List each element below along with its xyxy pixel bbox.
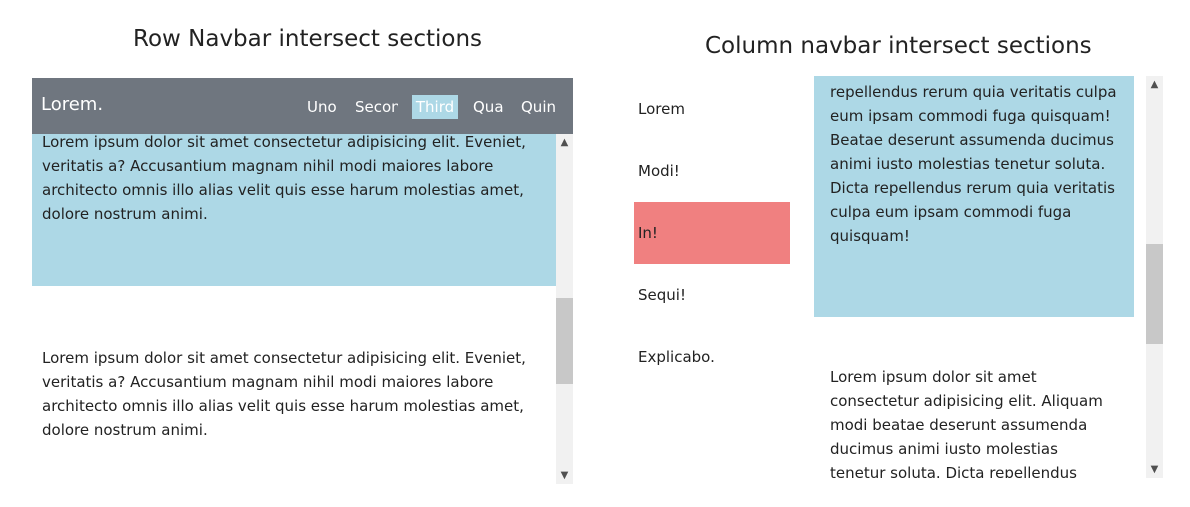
left-section-2-text: Lorem ipsum dolor sit amet consectetur a… xyxy=(42,349,526,439)
nav-link-third-active[interactable]: Third xyxy=(412,95,458,119)
side-nav-in-active[interactable]: In! xyxy=(634,202,790,264)
side-navbar: Lorem Modi! In! Sequi! Explicabo. xyxy=(634,76,790,478)
side-nav-sequi[interactable]: Sequi! xyxy=(634,264,790,326)
right-section-1: iusto molestias tenetur soluta. Dicta re… xyxy=(814,76,1134,317)
side-nav-lorem[interactable]: Lorem xyxy=(634,78,790,140)
chevron-down-icon[interactable]: ▼ xyxy=(1146,461,1163,478)
nav-link-qua[interactable]: Qua xyxy=(473,95,503,119)
row-navbar-heading: Row Navbar intersect sections xyxy=(133,26,483,52)
top-navbar: Lorem. Uno Secon Third Qua Quin xyxy=(32,78,573,134)
right-scroll-area[interactable]: iusto molestias tenetur soluta. Dicta re… xyxy=(814,76,1146,478)
left-scroll-area[interactable]: Lorem ipsum dolor sit amet consectetur a… xyxy=(32,134,556,484)
right-section-1-text: iusto molestias tenetur soluta. Dicta re… xyxy=(830,76,1117,245)
left-section-2: Lorem ipsum dolor sit amet consectetur a… xyxy=(32,346,556,442)
left-section-1-text: Lorem ipsum dolor sit amet consectetur a… xyxy=(42,134,526,223)
side-nav-explicabo[interactable]: Explicabo. xyxy=(634,326,790,388)
right-scrollbar[interactable]: ▲ ▼ xyxy=(1146,76,1163,478)
nav-link-uno[interactable]: Uno xyxy=(307,95,337,119)
side-nav-modi[interactable]: Modi! xyxy=(634,140,790,202)
column-navbar-demo: Lorem Modi! In! Sequi! Explicabo. iusto … xyxy=(634,76,1164,478)
chevron-up-icon[interactable]: ▲ xyxy=(1146,76,1163,93)
right-scrollbar-thumb[interactable] xyxy=(1146,244,1163,344)
row-navbar-demo: Lorem. Uno Secon Third Qua Quin Lorem ip… xyxy=(32,78,573,484)
chevron-up-icon[interactable]: ▲ xyxy=(556,134,573,151)
left-scrollbar-thumb[interactable] xyxy=(556,298,573,384)
left-scrollbar[interactable]: ▲ ▼ xyxy=(556,134,573,484)
right-section-2-text: Lorem ipsum dolor sit amet consectetur a… xyxy=(830,368,1103,478)
nav-link-quin[interactable]: Quin xyxy=(521,95,557,119)
left-section-1: Lorem ipsum dolor sit amet consectetur a… xyxy=(32,134,556,286)
column-navbar-heading: Column navbar intersect sections xyxy=(705,33,1092,59)
right-section-2: Lorem ipsum dolor sit amet consectetur a… xyxy=(814,365,1134,478)
chevron-down-icon[interactable]: ▼ xyxy=(556,467,573,484)
nav-link-secon[interactable]: Secon xyxy=(355,95,398,119)
navbar-links: Uno Secon Third Qua Quin xyxy=(32,95,573,119)
